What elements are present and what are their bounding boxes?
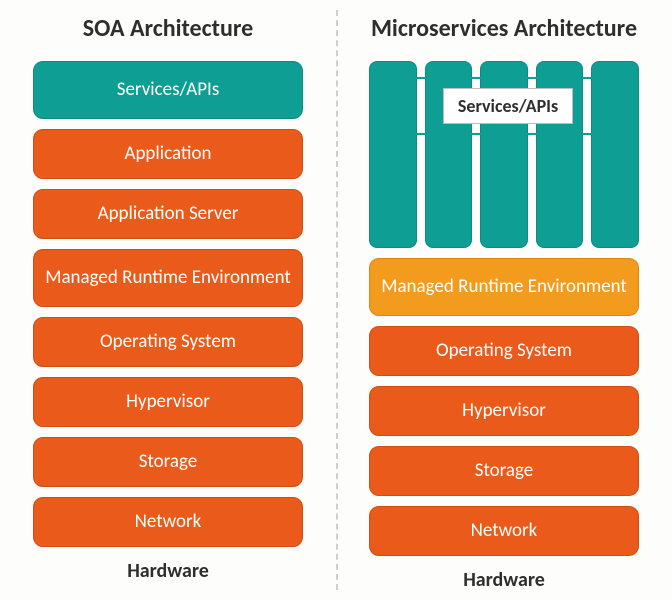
- micro-footer: Hardware: [463, 568, 545, 592]
- soa-layer: Storage: [33, 437, 303, 487]
- micro-layer: Hypervisor: [369, 386, 639, 436]
- soa-layer: Application: [33, 129, 303, 179]
- micro-pillars-wrap: Services/APIs: [369, 61, 639, 248]
- column-divider: [336, 10, 338, 590]
- soa-layer: Hypervisor: [33, 377, 303, 427]
- soa-layer: Services/APIs: [33, 61, 303, 119]
- micro-layer: Operating System: [369, 326, 639, 376]
- micro-layer: Storage: [369, 446, 639, 496]
- soa-layer: Network: [33, 497, 303, 547]
- micro-layer: Network: [369, 506, 639, 556]
- soa-layer: Operating System: [33, 317, 303, 367]
- micro-title: Microservices Architecture: [371, 14, 637, 43]
- micro-layers: Managed Runtime Environment Operating Sys…: [369, 258, 639, 566]
- soa-column: SOA Architecture Services/APIs Applicatio…: [0, 0, 336, 600]
- soa-footer: Hardware: [127, 559, 209, 583]
- soa-title: SOA Architecture: [83, 14, 253, 43]
- services-apis-overlay: Services/APIs: [379, 77, 637, 135]
- micro-layer: Managed Runtime Environment: [369, 258, 639, 316]
- services-apis-label: Services/APIs: [443, 88, 573, 124]
- soa-layer: Managed Runtime Environment: [33, 249, 303, 307]
- soa-layer: Application Server: [33, 189, 303, 239]
- micro-column: Microservices Architecture Services/APIs…: [336, 0, 672, 600]
- soa-layers: Services/APIs Application Application Serv…: [33, 61, 303, 557]
